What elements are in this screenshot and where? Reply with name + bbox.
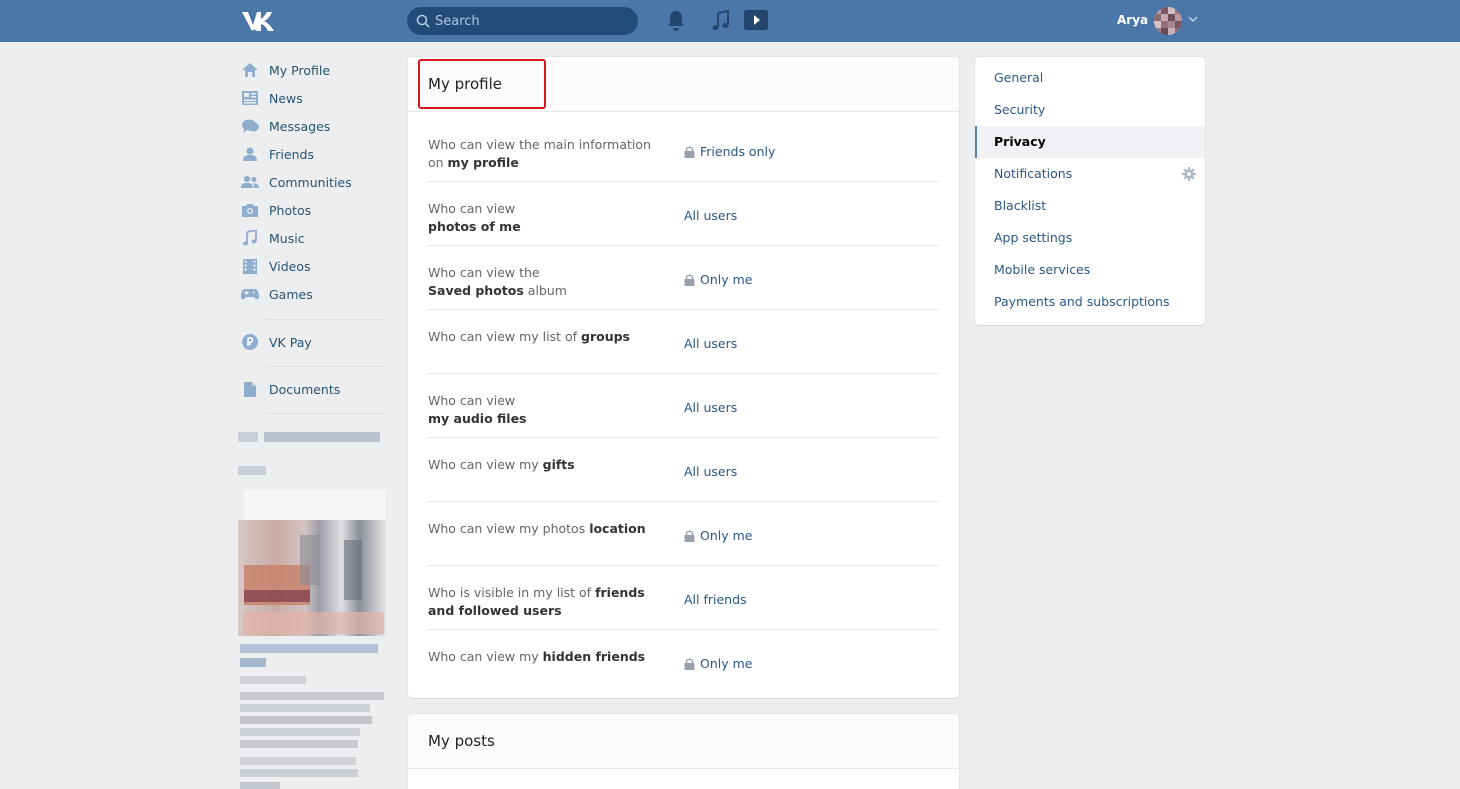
nav-photos[interactable]: Photos <box>238 196 388 224</box>
privacy-value-dropdown[interactable]: All users <box>684 400 737 415</box>
bell-icon[interactable] <box>666 10 686 32</box>
nav-music[interactable]: Music <box>238 224 388 252</box>
search-icon <box>416 14 430 28</box>
nav-label: Photos <box>269 202 312 218</box>
privacy-row: Who can view my photos location Only me <box>428 502 939 566</box>
nav-documents[interactable]: Documents <box>238 375 388 403</box>
section-title: My posts <box>428 732 495 750</box>
nav-label: Games <box>269 286 313 302</box>
nav-divider <box>266 319 384 320</box>
privacy-question: Who is visible in my list of friends and… <box>428 585 645 618</box>
privacy-question: Who can view my hidden friends <box>428 649 646 664</box>
nav-messages[interactable]: Messages <box>238 112 388 140</box>
top-header: Arya <box>0 0 1460 42</box>
nav-label: News <box>269 90 303 106</box>
section-header: My profile <box>408 57 959 112</box>
privacy-row: Who can view photos of me All users <box>428 182 939 246</box>
lock-icon <box>684 146 695 158</box>
vk-logo-icon[interactable] <box>240 7 276 35</box>
privacy-question: Who can view my gifts <box>428 457 575 472</box>
nav-divider <box>266 413 384 414</box>
section-header: My posts <box>408 714 959 769</box>
lock-icon <box>684 274 695 286</box>
menu-item-notifications[interactable]: Notifications <box>975 158 1205 190</box>
avatar[interactable] <box>1154 7 1182 35</box>
nav-label: Documents <box>269 381 341 397</box>
friend-icon <box>241 145 259 163</box>
nav-label: Friends <box>269 146 314 162</box>
menu-item-payments[interactable]: Payments and subscriptions <box>975 286 1205 318</box>
search-input[interactable] <box>435 7 630 35</box>
privacy-value-dropdown[interactable]: Only me <box>684 272 752 287</box>
menu-item-blacklist[interactable]: Blacklist <box>975 190 1205 222</box>
nav-friends[interactable]: Friends <box>238 140 388 168</box>
nav-communities[interactable]: Communities <box>238 168 388 196</box>
privacy-row: Who can view my list of groups All users <box>428 310 939 374</box>
nav-vk-pay[interactable]: VK Pay <box>238 328 388 356</box>
privacy-question: Who can view the main information on my … <box>428 137 651 170</box>
privacy-value-dropdown[interactable]: All users <box>684 336 737 351</box>
nav-label: Videos <box>269 258 311 274</box>
chevron-down-icon[interactable] <box>1188 16 1198 22</box>
nav-games[interactable]: Games <box>238 280 388 308</box>
privacy-row: Who can view my hidden friends Only me <box>428 630 939 694</box>
privacy-question: Who can view my photos location <box>428 521 646 536</box>
privacy-value-dropdown[interactable]: Only me <box>684 656 752 671</box>
privacy-panel: My profile Who can view the main informa… <box>408 57 959 698</box>
privacy-row: Who can view my audio files All users <box>428 374 939 438</box>
nav-label: Music <box>269 230 305 246</box>
highlight-box <box>418 59 546 109</box>
menu-item-security[interactable]: Security <box>975 94 1205 126</box>
privacy-row: Who can view the Saved photos album Only… <box>428 246 939 310</box>
music-icon[interactable] <box>711 10 731 32</box>
nav-divider <box>266 366 384 367</box>
camera-icon <box>241 201 259 219</box>
privacy-value-dropdown[interactable]: All users <box>684 464 737 479</box>
communities-icon <box>241 173 259 191</box>
vkpay-icon <box>241 333 259 351</box>
menu-item-mobile-services[interactable]: Mobile services <box>975 254 1205 286</box>
nav-label: VK Pay <box>269 334 312 350</box>
privacy-question: Who can view photos of me <box>428 201 521 234</box>
menu-item-app-settings[interactable]: App settings <box>975 222 1205 254</box>
privacy-value-dropdown[interactable]: All users <box>684 208 737 223</box>
document-icon <box>241 380 259 398</box>
nav-news[interactable]: News <box>238 84 388 112</box>
settings-menu: General Security Privacy Notifications B… <box>975 57 1205 325</box>
nav-label: My Profile <box>269 62 331 78</box>
home-icon <box>241 61 259 79</box>
video-play-icon[interactable] <box>744 9 768 31</box>
privacy-question: Who can view my list of groups <box>428 329 630 344</box>
lock-icon <box>684 530 695 542</box>
search-box[interactable] <box>407 7 638 35</box>
privacy-question: Who can view my audio files <box>428 393 527 426</box>
privacy-row: Who can view my gifts All users <box>428 438 939 502</box>
privacy-question: Who can view the Saved photos album <box>428 265 567 298</box>
news-icon <box>241 89 259 107</box>
gear-icon[interactable] <box>1182 167 1196 181</box>
privacy-value-dropdown[interactable]: Only me <box>684 528 752 543</box>
nav-label: Messages <box>269 118 331 134</box>
menu-item-privacy[interactable]: Privacy <box>975 126 1205 158</box>
privacy-row: Who can view the main information on my … <box>428 118 939 182</box>
gamepad-icon <box>241 285 259 303</box>
nav-my-profile[interactable]: My Profile <box>238 56 388 84</box>
user-name[interactable]: Arya <box>1117 13 1148 27</box>
posts-panel: My posts <box>408 714 959 789</box>
lock-icon <box>684 658 695 670</box>
film-icon <box>241 257 259 275</box>
privacy-value-dropdown[interactable]: Friends only <box>684 144 775 159</box>
nav-label: Communities <box>269 174 352 190</box>
privacy-row: Who is visible in my list of friends and… <box>428 566 939 630</box>
menu-item-general[interactable]: General <box>975 62 1205 94</box>
music-icon <box>241 229 259 247</box>
messages-icon <box>241 117 259 135</box>
menu-item-label: Notifications <box>994 166 1073 181</box>
privacy-value-dropdown[interactable]: All friends <box>684 592 747 607</box>
nav-videos[interactable]: Videos <box>238 252 388 280</box>
